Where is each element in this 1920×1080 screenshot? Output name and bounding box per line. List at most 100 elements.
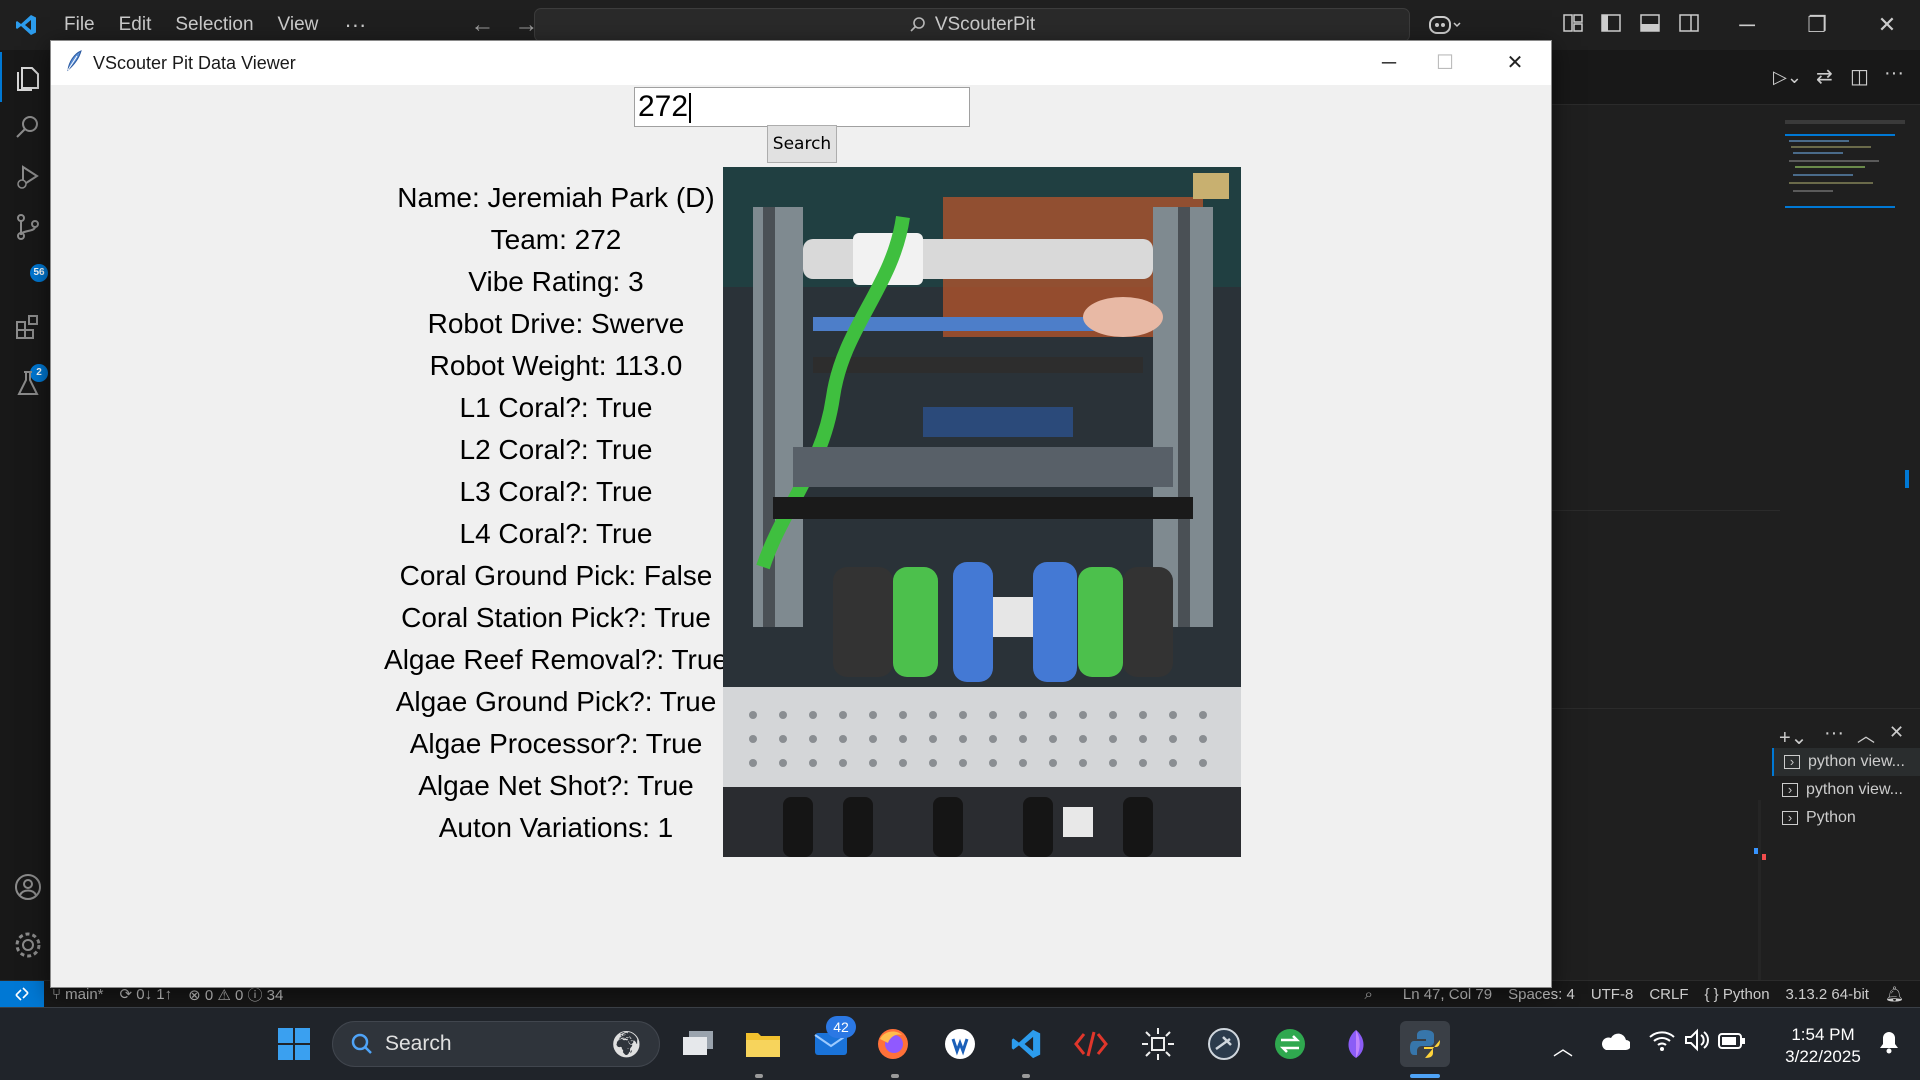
app-title: VScouter Pit Data Viewer [93,52,296,73]
whiteboard-app-icon[interactable] [937,1021,983,1067]
code-tool-icon[interactable] [1068,1021,1114,1067]
terminal-tab[interactable]: › python view... [1772,776,1920,804]
file-explorer-icon[interactable] [740,1021,786,1067]
show-hidden-icons-icon[interactable]: ︿ [1553,1032,1573,1061]
terminal-tab[interactable]: › python view... [1772,748,1920,776]
activity-bar: 56 2 [0,50,52,980]
close-panel-icon[interactable]: ✕ [1889,722,1904,743]
maximize-panel-icon[interactable]: ︿ [1857,722,1875,748]
windows-taskbar: Search 🌍︎ 42 ︿ 1:54 PM 3/22/2025 [0,1007,1920,1080]
team-search-input[interactable]: 272 [634,87,970,127]
search-icon [351,1033,372,1054]
search-view-icon[interactable] [13,112,43,142]
terminal-tab[interactable]: › Python [1772,804,1920,832]
field-vibe-rating: Vibe Rating: 3 [468,266,644,297]
battery-icon[interactable] [1718,1032,1746,1055]
run-python-icon[interactable]: ▷⌄ [1773,67,1802,88]
team-search-value: 272 [638,90,689,123]
menu-more-icon[interactable]: ··· [330,12,380,38]
terminal-label: Python [1806,809,1856,826]
active-indicator [0,52,2,102]
minimap[interactable] [1785,120,1905,220]
run-debug-icon[interactable] [13,162,43,192]
onedrive-cloud-icon[interactable] [1600,1030,1631,1057]
wifi-icon[interactable] [1648,1028,1676,1057]
task-view-icon[interactable] [675,1021,721,1067]
start-windows-icon[interactable] [271,1021,317,1067]
remote-indicator-icon[interactable] [0,980,44,1008]
accounts-icon[interactable] [13,872,43,902]
manage-gear-icon[interactable] [13,930,43,960]
app-minimize-button[interactable]: ─ [1369,48,1409,78]
compare-changes-icon[interactable]: ⇄ [1816,64,1833,89]
field-robot-weight: Robot Weight: 113.0 [429,350,683,381]
cursor-position[interactable]: Ln 47, Col 79 [1395,986,1500,1003]
field-algae-reef-removal: Algae Reef Removal?: True [384,644,728,675]
vscode-restore-button[interactable]: ❐ [1802,10,1832,40]
robot-photo [723,167,1241,857]
clock[interactable]: 1:54 PM 3/22/2025 [1768,1024,1878,1068]
back-arrow-icon[interactable]: ← [460,11,504,39]
branch-status[interactable]: ⑂ main* [44,986,112,1003]
tk-feather-icon [65,49,83,77]
taskbar-search-box[interactable]: Search 🌍︎ [332,1021,660,1067]
field-robot-drive: Robot Drive: Swerve [427,308,685,339]
source-control-icon[interactable] [13,212,43,242]
driver-station-icon[interactable] [1201,1021,1247,1067]
field-algae-net-shot: Algae Net Shot?: True [418,770,694,801]
search-highlight-globe-icon: 🌍︎ [609,1028,643,1059]
field-l2-coral: L2 Coral?: True [459,434,653,465]
toggle-secondary-sidebar-icon[interactable] [1678,12,1704,38]
active-app-indicator [1410,1074,1440,1078]
sync-counts: 0↓ 1↑ [136,986,173,1003]
app-titlebar: VScouter Pit Data Viewer ─ ☐ ✕ [51,41,1551,85]
pit-data-viewer-window: VScouter Pit Data Viewer ─ ☐ ✕ 272 Searc… [50,40,1552,988]
gutter-mark-blue [1754,848,1758,854]
explorer-icon[interactable] [13,64,43,94]
purple-app-icon[interactable] [1333,1021,1379,1067]
more-actions-icon[interactable]: ··· [1884,62,1904,85]
workspace-title: VScouterPit [934,14,1036,35]
notification-center-icon[interactable] [1876,1028,1902,1061]
brightness-sun-icon[interactable] [1135,1021,1181,1067]
toggle-panel-icon[interactable] [1639,12,1665,38]
extensions-icon[interactable] [13,312,43,342]
terminal-more-icon[interactable]: ··· [1824,722,1844,745]
python-taskbar-icon[interactable] [1400,1021,1450,1067]
customize-layout-icon[interactable] [1562,12,1588,38]
search-button[interactable]: Search [767,125,837,163]
terminal-icon: › [1782,783,1798,797]
volume-icon[interactable] [1684,1028,1710,1057]
taskbar-search-label: Search [385,1032,452,1055]
notifications-bell-icon[interactable]: 🔔︎ [1877,985,1912,1003]
scrollbar-marker[interactable] [1905,470,1909,488]
encoding[interactable]: UTF-8 [1583,986,1642,1003]
app-close-button[interactable]: ✕ [1495,48,1535,78]
field-l4-coral: L4 Coral?: True [459,518,653,549]
split-editor-icon[interactable]: ◫ [1850,64,1869,89]
terminal-label: python view... [1808,753,1905,770]
field-algae-processor: Algae Processor?: True [409,728,703,759]
zoom-icon[interactable]: ⌕ [1356,986,1380,1003]
language-mode[interactable]: { } Python [1696,986,1777,1003]
copilot-icon[interactable] [1428,12,1461,38]
python-interpreter[interactable]: 3.13.2 64-bit [1778,986,1877,1003]
new-terminal-icon[interactable]: +⌄ [1779,725,1807,750]
app-maximize-button[interactable]: ☐ [1425,48,1465,78]
command-center-search[interactable]: VScouterPit [534,8,1410,42]
toggle-sidebar-icon[interactable] [1600,12,1626,38]
vscode-taskbar-icon[interactable] [1003,1021,1049,1067]
field-name: Name: Jeremiah Park (D) [397,182,715,213]
line-endings[interactable]: CRLF [1641,986,1696,1003]
terminal-icon: › [1784,755,1800,769]
sync-app-icon[interactable] [1267,1021,1313,1067]
indentation[interactable]: Spaces: 4 [1500,986,1583,1003]
terminal-icon: › [1782,811,1798,825]
vscode-close-button[interactable]: ✕ [1872,10,1902,40]
vscode-minimize-button[interactable]: ─ [1732,10,1762,40]
editor-divider [1550,510,1780,511]
testing-icon[interactable] [13,368,43,398]
vscode-logo-icon [0,0,52,50]
running-indicator [755,1074,763,1078]
firefox-icon[interactable] [870,1021,916,1067]
